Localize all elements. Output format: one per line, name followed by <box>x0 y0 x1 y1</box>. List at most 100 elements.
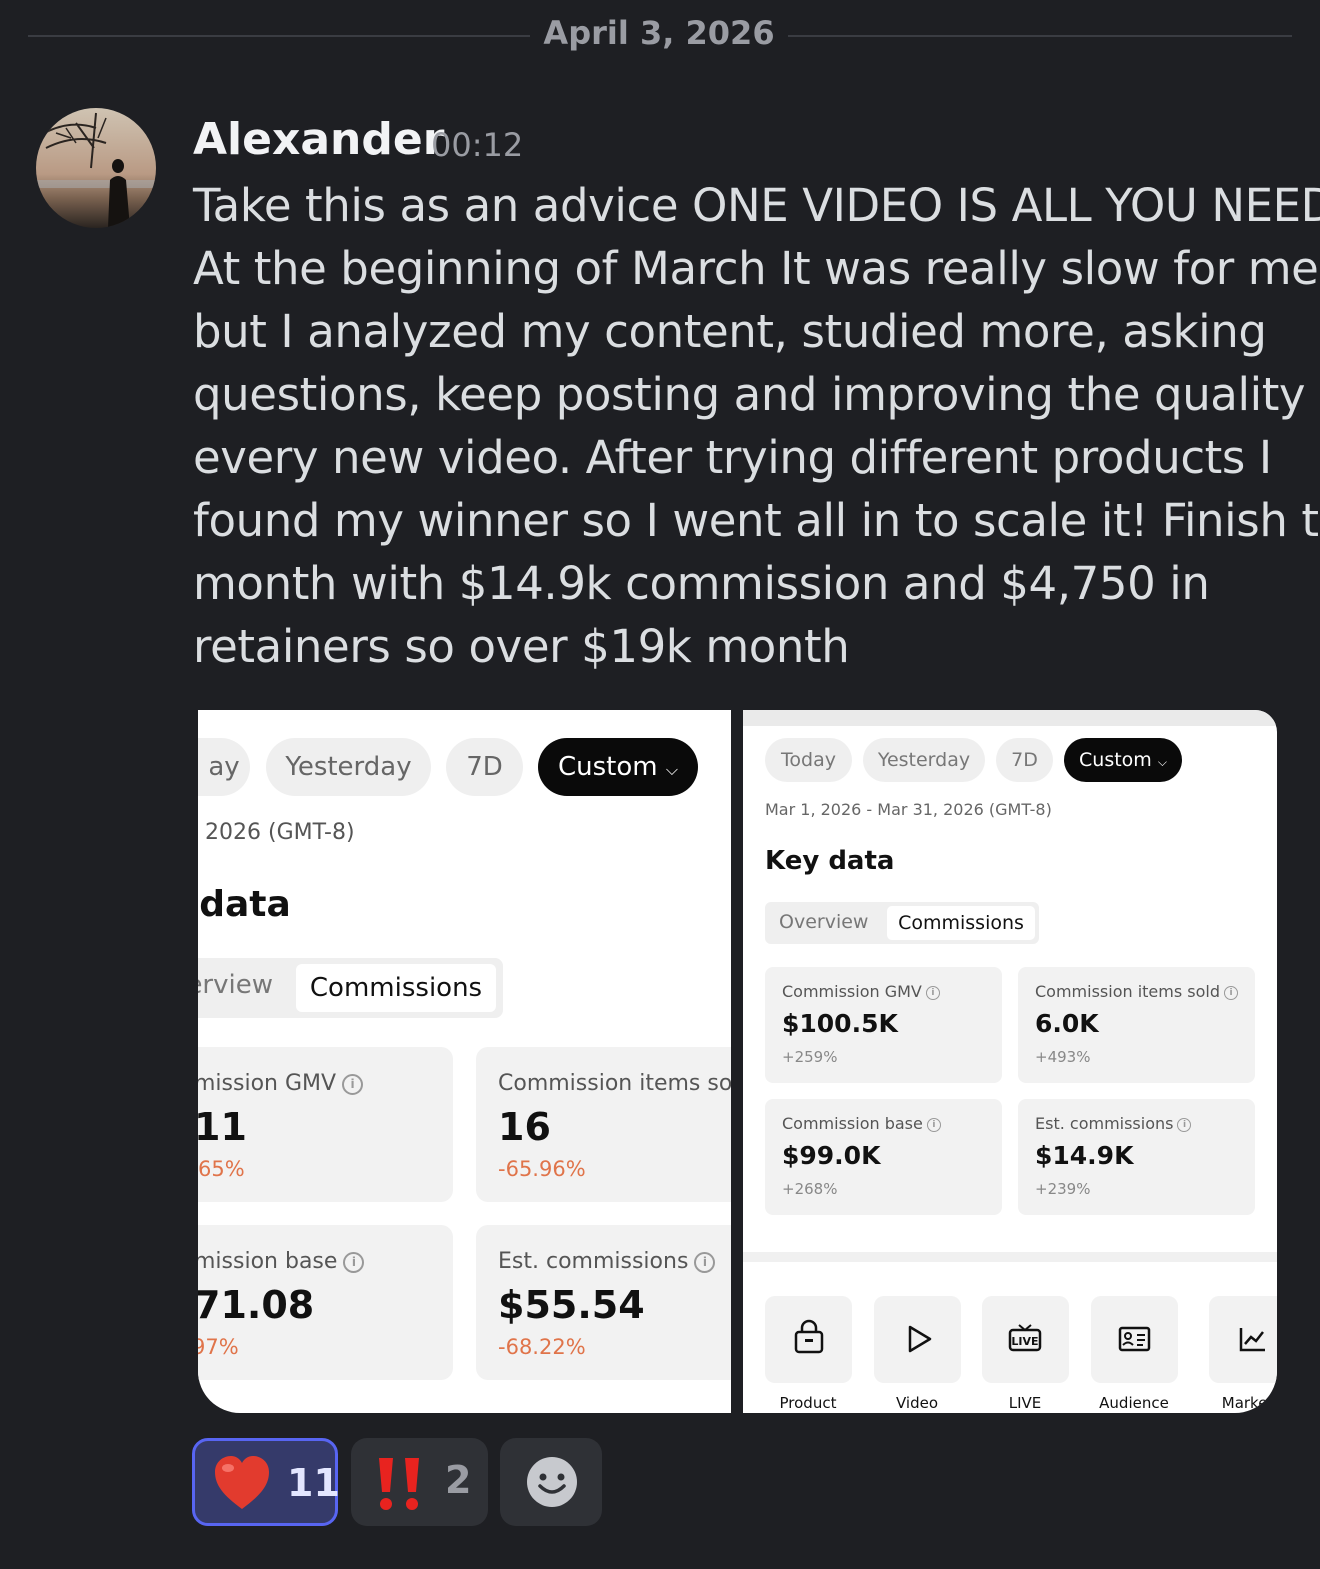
info-icon: i <box>342 1073 364 1095</box>
section-title: Key data <box>765 846 895 876</box>
metric-label: mission base i <box>198 1249 365 1274</box>
tile-label-video: Video <box>895 1394 939 1412</box>
message-timestamp: 00:12 <box>431 126 524 164</box>
date-divider: April 3, 2026 <box>543 14 775 52</box>
metric-card: mission base i 71.08 97% <box>198 1225 453 1380</box>
divider-line-left <box>28 35 530 37</box>
message-line: questions, keep posting and improving th… <box>193 368 1320 421</box>
live-tv-icon: LIVE <box>1008 1324 1042 1352</box>
metric-change: 65% <box>198 1157 245 1181</box>
metric-value: 16 <box>498 1105 551 1149</box>
message-line: every new video. After trying different … <box>193 431 1272 484</box>
chevron-down-icon: ⌵ <box>665 760 678 779</box>
info-icon: i <box>343 1251 365 1273</box>
filter-pill-today: ay <box>198 738 250 796</box>
filter-pill-custom: Custom ⌵ <box>538 738 698 796</box>
attachment-image-1[interactable]: ay Yesterday 7D Custom ⌵ 2026 (GMT-8) da… <box>198 710 731 1413</box>
metric-change: +239% <box>1035 1180 1091 1198</box>
tile-market <box>1209 1296 1277 1383</box>
metric-value: $100.5K <box>782 1009 898 1038</box>
tile-live: LIVE <box>982 1296 1069 1383</box>
date-range: 2026 (GMT-8) <box>205 820 355 845</box>
filter-pill-yesterday: Yesterday <box>266 738 431 796</box>
chevron-down-icon: ⌵ <box>1157 755 1167 769</box>
date-range: Mar 1, 2026 - Mar 31, 2026 (GMT-8) <box>765 800 1052 819</box>
metric-card: mission GMV i 11 65% <box>198 1047 453 1202</box>
avatar-image <box>36 108 156 228</box>
metric-change: -65.96% <box>498 1157 586 1181</box>
tile-label-live: LIVE <box>1008 1394 1042 1412</box>
metric-card: Commission GMV i $100.5K +259% <box>765 967 1002 1083</box>
svg-text:LIVE: LIVE <box>1011 1335 1038 1348</box>
metric-label: Commission items sold i <box>1035 982 1239 1001</box>
metric-value: 71.08 <box>198 1283 315 1327</box>
avatar[interactable] <box>36 108 156 228</box>
filter-pill-7d: 7D <box>446 738 523 796</box>
section-separator <box>743 1252 1277 1262</box>
metric-label: Est. commissions i <box>498 1249 716 1274</box>
tile-video <box>874 1296 961 1383</box>
reaction-count: 11 <box>287 1461 340 1505</box>
tab-overview: erview <box>198 970 273 1000</box>
id-card-icon <box>1118 1326 1151 1352</box>
filter-pill-yesterday: Yesterday <box>863 738 985 782</box>
message-line: Take this as an advice ONE VIDEO IS ALL … <box>193 179 1320 232</box>
add-reaction-button[interactable] <box>500 1438 602 1526</box>
info-icon: i <box>925 985 940 1000</box>
message-line: retainers so over $19k month <box>193 620 850 673</box>
divider-line-right <box>788 35 1292 37</box>
info-icon: i <box>926 1117 941 1132</box>
metric-change: +268% <box>782 1180 838 1198</box>
metric-card: Est. commissions i $14.9K +239% <box>1018 1099 1255 1215</box>
line-chart-icon <box>1239 1328 1265 1352</box>
heart-icon <box>215 1456 269 1509</box>
metric-label: Est. commissions i <box>1035 1114 1192 1133</box>
metric-value: $14.9K <box>1035 1141 1134 1170</box>
filter-pill-today: Today <box>765 738 852 782</box>
double-exclamation-icon <box>379 1458 419 1510</box>
metric-change: -68.22% <box>498 1335 586 1359</box>
message-line: month with $14.9k commission and $4,750 … <box>193 557 1210 610</box>
metric-card: Commission items sold i 6.0K +493% <box>1018 967 1255 1083</box>
info-icon: i <box>1224 985 1239 1000</box>
metric-card: Commission base i $99.0K +268% <box>765 1099 1002 1215</box>
reaction-count: 2 <box>445 1458 472 1502</box>
filter-pill-custom: Custom ⌵ <box>1064 738 1182 782</box>
tile-label-audience: Audience <box>1099 1394 1169 1412</box>
attachment-image-2[interactable]: Today Yesterday 7D Custom ⌵ Mar 1, 2026 … <box>743 710 1277 1413</box>
tab-commissions: Commissions <box>887 906 1035 940</box>
metric-card: Commission items sol 16 -65.96% <box>476 1047 731 1202</box>
tab-group: Overview Commissions <box>765 902 1039 944</box>
message-line: but I analyzed my content, studied more,… <box>193 305 1267 358</box>
metric-change: +259% <box>782 1048 838 1066</box>
metric-label: Commission GMV i <box>782 982 940 1001</box>
message-text: Take this as an advice ONE VIDEO IS ALL … <box>193 174 1320 678</box>
play-icon <box>908 1325 932 1353</box>
tab-overview: Overview <box>779 911 869 933</box>
reaction-heart[interactable]: 11 <box>192 1438 340 1526</box>
filter-pill-7d: 7D <box>996 738 1053 782</box>
tile-product <box>765 1296 852 1383</box>
metric-value: 11 <box>198 1105 247 1149</box>
smiley-add-icon <box>527 1457 577 1507</box>
author-name[interactable]: Alexander <box>193 114 444 165</box>
reaction-double-exclamation[interactable]: 2 <box>351 1438 488 1526</box>
metric-value: $99.0K <box>782 1141 881 1170</box>
message-line: found my winner so I went all in to scal… <box>193 494 1320 547</box>
tile-audience <box>1091 1296 1178 1383</box>
info-icon: i <box>694 1251 716 1273</box>
top-bar <box>743 710 1277 726</box>
metric-change: +493% <box>1035 1048 1091 1066</box>
metric-change: 97% <box>198 1335 239 1359</box>
metric-label: mission GMV i <box>198 1071 364 1096</box>
tile-label-product: Product <box>779 1394 837 1412</box>
metric-value: 6.0K <box>1035 1009 1099 1038</box>
message-line: At the beginning of March It was really … <box>193 242 1319 295</box>
section-title: data <box>199 884 291 925</box>
metric-label: Commission base i <box>782 1114 941 1133</box>
metric-label: Commission items sol <box>498 1071 731 1096</box>
info-icon: i <box>1177 1117 1192 1132</box>
metric-value: $55.54 <box>498 1283 645 1327</box>
tile-label-market: Market i <box>1221 1394 1277 1412</box>
shopping-bag-icon <box>794 1319 824 1354</box>
